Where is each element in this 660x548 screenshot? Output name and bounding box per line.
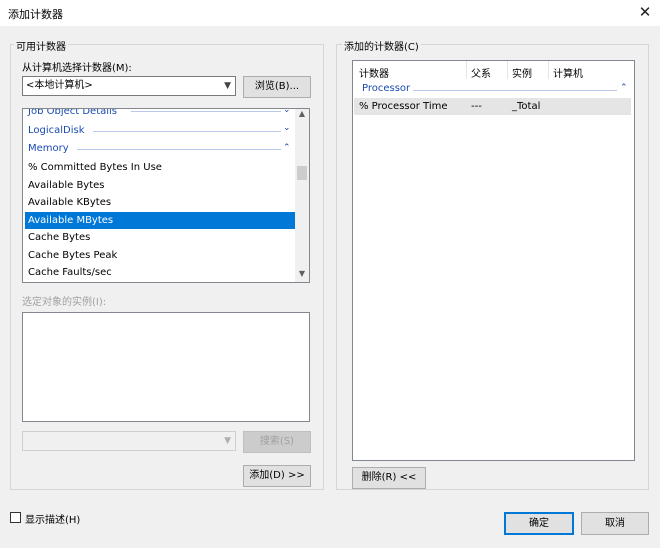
category-label: Job Object Details <box>28 108 118 117</box>
column-divider <box>548 61 549 79</box>
category-processor[interactable]: Processor <box>362 83 410 94</box>
available-counters-label: 可用计数器 <box>14 38 68 53</box>
row-instance: _Total <box>512 101 541 112</box>
column-header-counter[interactable]: 计数器 <box>359 65 389 80</box>
list-item[interactable]: Cache Bytes <box>25 229 298 246</box>
list-item[interactable]: % Committed Bytes In Use <box>25 159 298 176</box>
category-job-object-details[interactable]: Job Object Details <box>25 108 298 120</box>
category-label: LogicalDisk <box>28 125 85 136</box>
row-counter: % Processor Time <box>359 101 448 112</box>
column-header-instance[interactable]: 实例 <box>512 65 532 80</box>
list-item-selected[interactable]: Available MBytes <box>25 212 298 229</box>
column-divider <box>466 61 467 79</box>
scroll-down-icon[interactable]: ▼ <box>295 269 309 281</box>
cancel-button[interactable]: 取消 <box>581 512 649 535</box>
computer-combo[interactable]: <本地计算机> ▼ <box>22 76 236 96</box>
computer-combo-value: <本地计算机> <box>26 80 93 91</box>
select-computer-label: 从计算机选择计数器(M): <box>22 63 132 74</box>
show-description-checkbox[interactable] <box>10 512 21 523</box>
added-counters-list[interactable]: 计数器 父系 实例 计算机 Processor ⌃ % Processor Ti… <box>352 60 635 461</box>
browse-button[interactable]: 浏览(B)... <box>243 76 311 98</box>
column-divider <box>507 61 508 79</box>
instances-list[interactable] <box>22 312 310 422</box>
category-divider <box>413 90 617 91</box>
search-button[interactable]: 搜索(S) <box>243 431 311 453</box>
scrollbar-thumb[interactable] <box>297 166 307 180</box>
column-header-parent[interactable]: 父系 <box>471 65 491 80</box>
title-bar <box>0 0 660 26</box>
ok-button[interactable]: 确定 <box>504 512 574 535</box>
show-description-label[interactable]: 显示描述(H) <box>25 511 80 526</box>
list-item[interactable]: Available KBytes <box>25 194 298 211</box>
scroll-up-icon[interactable]: ▲ <box>295 109 309 121</box>
chevron-down-icon: ▼ <box>224 436 231 446</box>
counter-list[interactable]: Job Object Details ⌄ LogicalDisk ⌄ Memor… <box>22 108 310 283</box>
category-label: Memory <box>28 143 69 154</box>
add-button[interactable]: 添加(D) >> <box>243 465 311 487</box>
category-divider <box>131 111 281 112</box>
list-item[interactable]: Available Bytes <box>25 177 298 194</box>
dialog-title: 添加计数器 <box>8 8 63 21</box>
list-item[interactable]: Cache Faults/sec <box>25 264 298 281</box>
chevron-down-icon[interactable]: ⌄ <box>283 123 291 133</box>
chevron-up-icon[interactable]: ⌃ <box>620 83 628 93</box>
remove-button[interactable]: 删除(R) << <box>352 467 426 489</box>
category-divider <box>77 149 281 150</box>
chevron-down-icon: ▼ <box>224 81 231 91</box>
list-item[interactable]: Cache Bytes Peak <box>25 247 298 264</box>
column-header-computer[interactable]: 计算机 <box>553 65 583 80</box>
added-counters-label: 添加的计数器(C) <box>342 38 421 53</box>
table-row[interactable]: % Processor Time --- _Total <box>354 98 631 115</box>
chevron-down-icon[interactable]: ⌄ <box>283 109 291 115</box>
search-combo[interactable]: ▼ <box>22 431 236 451</box>
instances-label: 选定对象的实例(I): <box>22 297 107 308</box>
close-icon[interactable]: ✕ <box>634 2 656 22</box>
counter-list-scrollbar[interactable]: ▲ ▼ <box>295 109 309 282</box>
category-divider <box>93 131 281 132</box>
row-parent: --- <box>471 101 482 112</box>
chevron-up-icon[interactable]: ⌃ <box>283 143 291 153</box>
